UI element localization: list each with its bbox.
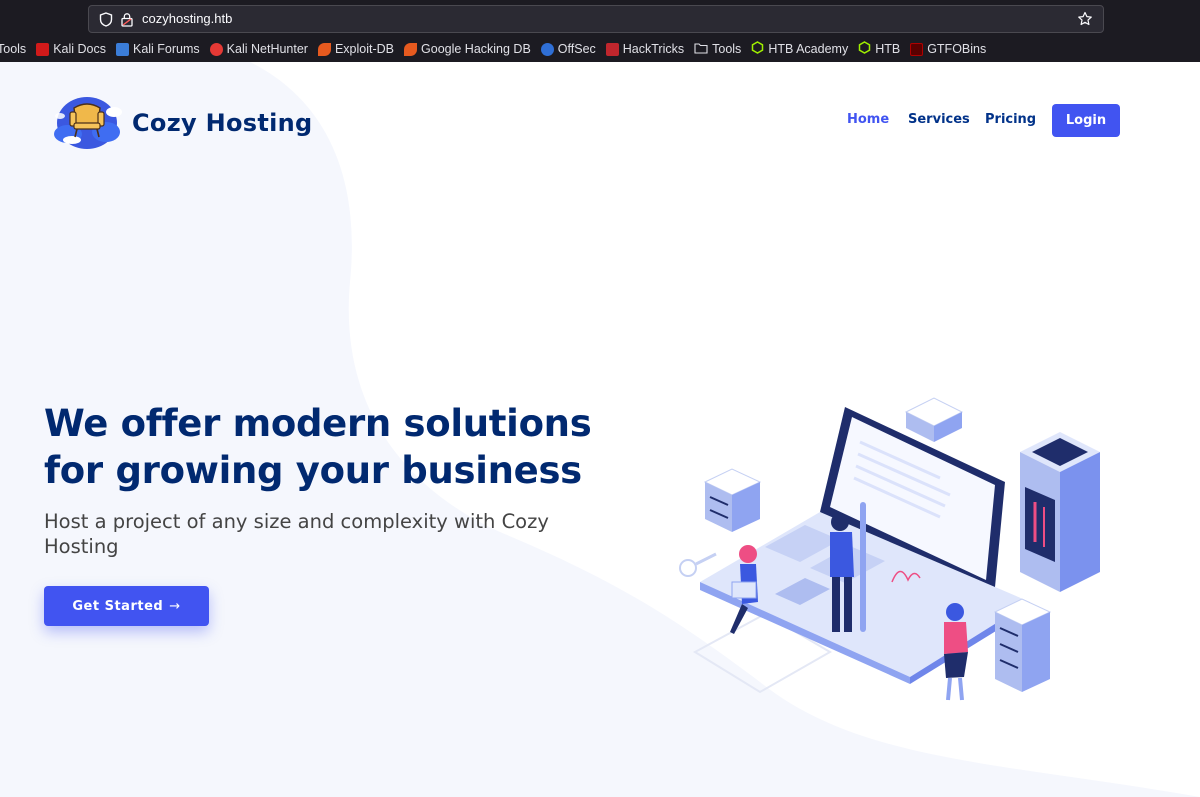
bookmark-label: HTB — [875, 42, 901, 56]
brand-name[interactable]: Cozy Hosting — [132, 109, 313, 137]
bookmark-label: Tools — [0, 42, 27, 56]
arrow-right-icon: → — [169, 598, 181, 614]
bookmark-label: HTB Academy — [768, 42, 849, 56]
bookmark-label: Google Hacking DB — [421, 42, 531, 56]
bookmarks-toolbar: Tools Kali Docs Kali Forums Kali NetHunt… — [0, 38, 1200, 60]
htb-icon — [858, 41, 871, 57]
address-bar[interactable]: cozyhosting.htb — [88, 5, 1104, 33]
get-started-button[interactable]: Get Started → — [44, 586, 209, 626]
url-text[interactable]: cozyhosting.htb — [142, 11, 232, 26]
bookmark-htb[interactable]: HTB — [858, 39, 900, 59]
bookmark-label: OffSec — [557, 42, 596, 56]
login-label: Login — [1065, 113, 1107, 128]
bookmark-star-icon[interactable] — [1077, 11, 1093, 31]
website-page: Cozy Hosting Home Services Pricing Login… — [0, 62, 1200, 797]
bookmark-exploit-db[interactable]: Exploit-DB — [317, 39, 395, 59]
bookmark-folder-tools[interactable]: Tools — [694, 39, 741, 59]
nav-home[interactable]: Home — [847, 112, 889, 127]
bookmark-kali-nethunter[interactable]: Kali NetHunter — [209, 39, 308, 59]
bookmark-kali-forums[interactable]: Kali Forums — [115, 39, 200, 59]
login-button[interactable]: Login — [1052, 104, 1120, 137]
site-logo[interactable]: Cozy Hosting — [50, 90, 313, 156]
kali-docs-icon — [36, 42, 50, 56]
exploit-db-icon — [317, 42, 331, 56]
offsec-icon — [540, 42, 554, 56]
lock-icon[interactable] — [120, 12, 134, 31]
bookmark-label: GTFOBins — [927, 42, 987, 56]
bookmark-offsec[interactable]: OffSec — [540, 39, 596, 59]
htb-academy-icon — [751, 41, 764, 57]
kali-nethunter-icon — [209, 42, 223, 56]
bookmark-htb-academy[interactable]: HTB Academy — [751, 39, 848, 59]
gtfobins-icon — [910, 42, 924, 56]
bookmark-hacktricks[interactable]: HackTricks — [605, 39, 685, 59]
bookmark-label: Kali Forums — [132, 42, 200, 56]
folder-icon — [694, 42, 708, 57]
bookmark-label: Kali Docs — [53, 42, 106, 56]
bookmark-label: HackTricks — [622, 42, 685, 56]
hacktricks-icon — [605, 42, 619, 56]
bookmark-tools[interactable]: Tools — [0, 39, 26, 59]
ghdb-icon — [404, 42, 418, 56]
bookmark-gtfobins[interactable]: GTFOBins — [910, 39, 986, 59]
nav-services[interactable]: Services — [908, 112, 970, 127]
kali-forums-icon — [115, 42, 129, 56]
bookmark-google-hacking-db[interactable]: Google Hacking DB — [404, 39, 531, 59]
cta-label: Get Started — [72, 598, 164, 614]
armchair-cloud-icon — [50, 90, 124, 156]
bookmark-label: Exploit-DB — [334, 42, 395, 56]
hero-subtitle: Host a project of any size and complexit… — [44, 510, 549, 558]
hero-title: We offer modern solutions for growing yo… — [44, 402, 592, 492]
bookmark-label: Kali NetHunter — [226, 42, 308, 56]
hero-illustration — [679, 397, 1100, 701]
shield-icon[interactable] — [99, 12, 113, 31]
bookmark-kali-docs[interactable]: Kali Docs — [36, 39, 106, 59]
nav-pricing[interactable]: Pricing — [985, 112, 1036, 127]
browser-chrome: cozyhosting.htb Tools Kali Docs Kali For… — [0, 0, 1200, 62]
bookmark-label: Tools — [712, 42, 742, 56]
